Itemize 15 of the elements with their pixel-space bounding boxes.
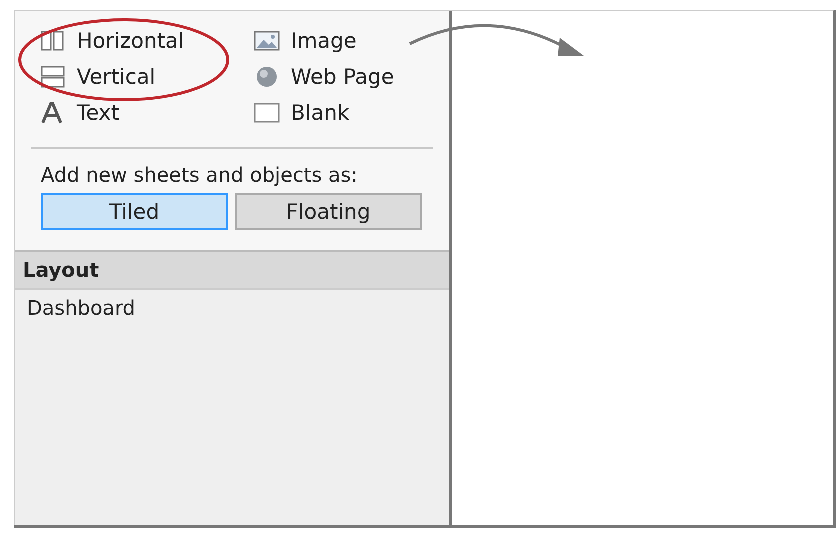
layout-item[interactable]: Dashboard — [15, 290, 449, 326]
panel-header: Layout — [15, 250, 449, 290]
vertical-layout-icon — [39, 65, 67, 89]
object-item[interactable]: Image — [291, 29, 357, 53]
object-item[interactable]: Blank — [291, 101, 350, 125]
object-item[interactable]: Vertical — [77, 65, 156, 89]
object-item[interactable]: Text — [77, 101, 120, 125]
horizontal-layout-icon — [39, 29, 67, 53]
image-icon — [253, 29, 281, 53]
blank-square-icon — [253, 101, 281, 125]
object-item[interactable]: Web Page — [291, 65, 394, 89]
object-item[interactable]: Horizontal — [77, 29, 184, 53]
toggle-button[interactable]: Tiled — [41, 193, 228, 230]
toggle-button[interactable]: Floating — [235, 193, 422, 230]
section-label: Add new sheets and objects as: — [40, 163, 359, 187]
